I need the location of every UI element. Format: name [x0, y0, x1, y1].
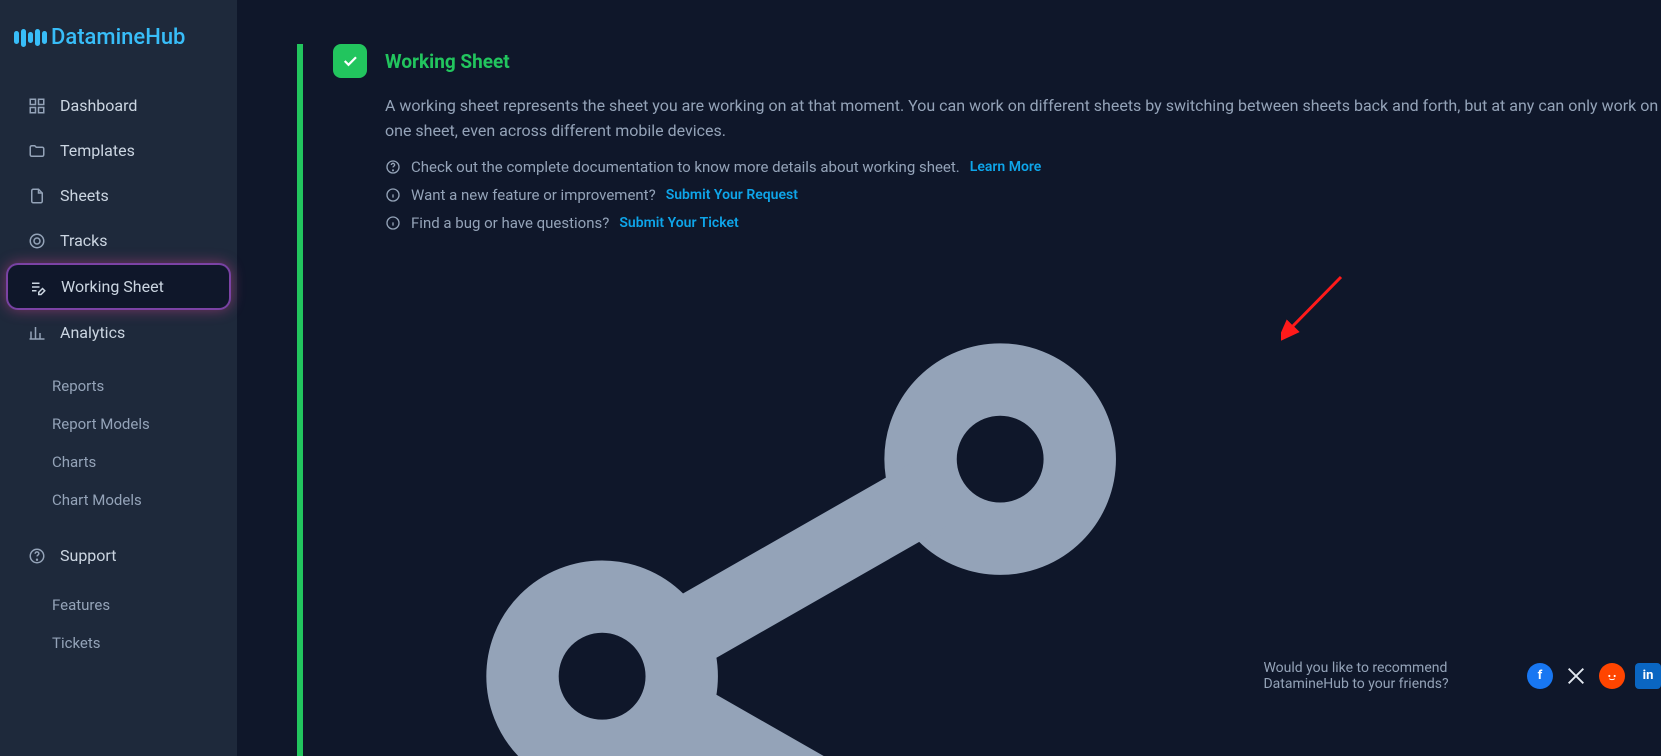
nav-label: Support [60, 546, 116, 565]
info-icon [385, 187, 401, 203]
share-row: Would you like to recommend DatamineHub … [385, 242, 1661, 756]
info-panel: Working Sheet A working sheet represents… [297, 44, 1661, 756]
brand-name: DatamineHub [51, 25, 185, 50]
nav-reports[interactable]: Reports [8, 367, 229, 405]
support-nav: Support [0, 535, 237, 580]
tertiary-nav: Features Tickets [0, 586, 237, 662]
nav-tracks[interactable]: Tracks [8, 220, 229, 261]
info-line-text: Check out the complete documentation to … [411, 158, 960, 176]
nav-templates[interactable]: Templates [8, 130, 229, 171]
nav-label: Sheets [60, 186, 109, 205]
file-icon [28, 187, 46, 205]
nav-report-models[interactable]: Report Models [8, 405, 229, 443]
grid-icon [28, 97, 46, 115]
submit-request-link[interactable]: Submit Your Request [666, 187, 798, 203]
nav-tickets[interactable]: Tickets [8, 624, 229, 662]
nav-features[interactable]: Features [8, 586, 229, 624]
sidebar: DatamineHub Dashboard Templates Sheets T… [0, 0, 237, 756]
folder-icon [28, 142, 46, 160]
nav-analytics[interactable]: Analytics [8, 312, 229, 353]
logo-bars-icon [14, 29, 47, 47]
page-title: Working Sheet [385, 50, 510, 73]
share-text: Would you like to recommend DatamineHub … [1263, 660, 1517, 692]
info-learn-more-line: Check out the complete documentation to … [385, 158, 1661, 176]
reddit-icon[interactable] [1599, 663, 1625, 689]
target-icon [28, 232, 46, 250]
info-feature-request-line: Want a new feature or improvement? Submi… [385, 186, 1661, 204]
info-description: A working sheet represents the sheet you… [385, 94, 1661, 144]
info-icon [385, 215, 401, 231]
brand-logo[interactable]: DatamineHub [0, 15, 237, 85]
nav-chart-models[interactable]: Chart Models [8, 481, 229, 519]
nav-label: Templates [60, 141, 135, 160]
nav-dashboard[interactable]: Dashboard [8, 85, 229, 126]
linkedin-icon[interactable]: in [1635, 663, 1661, 689]
info-line-text: Find a bug or have questions? [411, 214, 609, 232]
x-icon[interactable] [1563, 663, 1589, 689]
share-icon [385, 242, 1253, 756]
info-bug-line: Find a bug or have questions? Submit You… [385, 214, 1661, 232]
secondary-nav: Reports Report Models Charts Chart Model… [0, 367, 237, 519]
submit-ticket-link[interactable]: Submit Your Ticket [619, 215, 738, 231]
bar-chart-icon [28, 324, 46, 342]
info-line-text: Want a new feature or improvement? [411, 186, 656, 204]
help-circle-icon [385, 159, 401, 175]
check-icon [341, 52, 359, 70]
nav-working-sheet[interactable]: Working Sheet [8, 265, 229, 308]
nav-label: Dashboard [60, 96, 137, 115]
pencil-list-icon [29, 278, 47, 296]
help-circle-icon [28, 547, 46, 565]
primary-nav: Dashboard Templates Sheets Tracks Workin… [0, 85, 237, 357]
learn-more-link[interactable]: Learn More [970, 159, 1042, 175]
nav-support[interactable]: Support [8, 535, 229, 576]
nav-label: Working Sheet [61, 277, 164, 296]
nav-charts[interactable]: Charts [8, 443, 229, 481]
nav-label: Analytics [60, 323, 125, 342]
facebook-icon[interactable]: f [1527, 663, 1553, 689]
check-badge [333, 44, 367, 78]
nav-sheets[interactable]: Sheets [8, 175, 229, 216]
main-content: Working Sheet A working sheet represents… [237, 0, 1661, 756]
nav-label: Tracks [60, 231, 108, 250]
